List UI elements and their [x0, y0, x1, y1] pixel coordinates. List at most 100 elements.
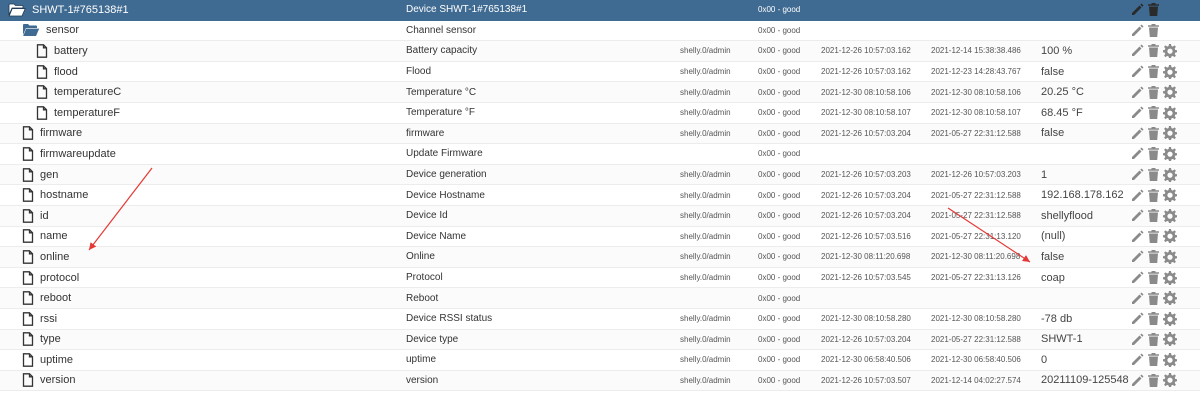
pencil-icon[interactable] [1131, 271, 1144, 284]
object-value[interactable]: 1 [1041, 165, 1129, 185]
gear-icon[interactable] [1163, 373, 1177, 388]
pencil-icon[interactable] [1131, 209, 1144, 222]
pencil-icon[interactable] [1131, 312, 1144, 325]
gear-icon[interactable] [1163, 146, 1177, 161]
pencil-icon[interactable] [1131, 292, 1144, 305]
object-value[interactable]: 68.45 °F [1041, 103, 1129, 123]
gear-icon[interactable] [1163, 229, 1177, 244]
gear-icon[interactable] [1163, 43, 1177, 58]
object-name-cell[interactable]: id [0, 206, 412, 226]
tree-row-id[interactable]: id Device Id shelly.0/admin 0x00 - good 2021… [0, 205, 1200, 227]
pencil-icon[interactable] [1131, 374, 1144, 387]
pencil-icon[interactable] [1131, 44, 1144, 57]
gear-icon[interactable] [1163, 167, 1177, 182]
object-name-cell[interactable]: temperatureF [0, 103, 426, 123]
object-value[interactable]: -78 db [1041, 309, 1129, 329]
gear-icon[interactable] [1163, 105, 1177, 120]
object-name-cell[interactable]: version [0, 371, 412, 391]
tree-row-protocol[interactable]: protocol Protocol shelly.0/admin 0x00 - goo… [0, 268, 1200, 289]
object-name-cell[interactable]: reboot [0, 288, 412, 308]
object-name-cell[interactable]: SHWT-1#765138#1 [0, 0, 398, 20]
tree-row-gen[interactable]: gen Device generation shelly.0/admin 0x00 -… [0, 164, 1200, 186]
trash-icon[interactable] [1148, 147, 1159, 161]
trash-icon[interactable] [1148, 23, 1159, 37]
object-value[interactable]: 20.25 °C [1041, 82, 1129, 102]
trash-icon[interactable] [1148, 44, 1159, 58]
pencil-icon[interactable] [1131, 333, 1144, 346]
object-name-cell[interactable]: name [0, 227, 412, 247]
tree-row-rssi[interactable]: rssi Device RSSI status shelly.0/admin 0x00… [0, 309, 1200, 330]
gear-icon[interactable] [1163, 126, 1177, 141]
trash-icon[interactable] [1148, 271, 1159, 285]
tree-row-uptime[interactable]: uptime uptime shelly.0/admin 0x00 - good 202… [0, 350, 1200, 371]
trash-icon[interactable] [1148, 209, 1159, 223]
object-name-cell[interactable]: sensor [0, 21, 412, 41]
pencil-icon[interactable] [1131, 353, 1144, 366]
pencil-icon[interactable] [1131, 168, 1144, 181]
tree-row-flood[interactable]: flood Flood shelly.0/admin 0x00 - good 2021-… [0, 62, 1200, 83]
tree-row-temperaturec[interactable]: temperatureC Temperature °C shelly.0/admin… [0, 82, 1200, 103]
gear-icon[interactable] [1163, 332, 1177, 347]
folder-open-icon[interactable] [22, 23, 40, 37]
trash-icon[interactable] [1148, 168, 1159, 182]
object-value[interactable] [1041, 0, 1129, 20]
tree-row-temperaturef[interactable]: temperatureF Temperature °F shelly.0/admin… [0, 103, 1200, 124]
object-value[interactable]: 100 % [1041, 41, 1129, 61]
trash-icon[interactable] [1148, 291, 1159, 305]
pencil-icon[interactable] [1131, 147, 1144, 160]
gear-icon[interactable] [1163, 249, 1177, 264]
gear-icon[interactable] [1163, 311, 1177, 326]
trash-icon[interactable] [1148, 353, 1159, 367]
tree-row-hostname[interactable]: hostname Device Hostname shelly.0/admin 0x0… [0, 185, 1200, 206]
trash-icon[interactable] [1148, 85, 1159, 99]
pencil-icon[interactable] [1131, 230, 1144, 243]
gear-icon[interactable] [1163, 188, 1177, 203]
tree-row-firmware[interactable]: firmware firmware shelly.0/admin 0x00 - goo… [0, 123, 1200, 145]
object-name-cell[interactable]: firmware [0, 124, 412, 144]
object-name-cell[interactable]: firmwareupdate [0, 144, 412, 164]
gear-icon[interactable] [1163, 291, 1177, 306]
object-name-cell[interactable]: type [0, 330, 412, 350]
folder-open-icon[interactable] [8, 3, 26, 17]
object-value[interactable]: coap [1041, 268, 1129, 288]
gear-icon[interactable] [1163, 64, 1177, 79]
pencil-icon[interactable] [1131, 189, 1144, 202]
object-value[interactable]: false [1041, 124, 1129, 144]
tree-row-battery[interactable]: battery Battery capacity shelly.0/admin 0x0… [0, 41, 1200, 62]
object-value[interactable]: 0 [1041, 350, 1129, 370]
trash-icon[interactable] [1148, 3, 1159, 17]
trash-icon[interactable] [1148, 229, 1159, 243]
object-name-cell[interactable]: rssi [0, 309, 412, 329]
object-name-cell[interactable]: online [0, 247, 412, 267]
trash-icon[interactable] [1148, 65, 1159, 79]
tree-row-online[interactable]: online Online shelly.0/admin 0x00 - good 202… [0, 247, 1200, 268]
object-name-cell[interactable]: battery [0, 41, 426, 61]
object-value[interactable] [1041, 144, 1129, 164]
trash-icon[interactable] [1148, 106, 1159, 120]
pencil-icon[interactable] [1131, 86, 1144, 99]
pencil-icon[interactable] [1131, 250, 1144, 263]
gear-icon[interactable] [1163, 352, 1177, 367]
object-value[interactable]: shellyflood [1041, 206, 1129, 226]
trash-icon[interactable] [1148, 373, 1159, 387]
gear-icon[interactable] [1163, 208, 1177, 223]
gear-icon[interactable] [1163, 85, 1177, 100]
tree-row-name[interactable]: name Device Name shelly.0/admin 0x00 - good… [0, 227, 1200, 248]
object-value[interactable]: 192.168.178.162 [1041, 185, 1129, 205]
object-value[interactable]: false [1041, 247, 1129, 267]
pencil-icon[interactable] [1131, 106, 1144, 119]
object-value[interactable]: 20211109-125548... [1041, 371, 1129, 391]
tree-row-reboot[interactable]: reboot Reboot 0x00 - good [0, 288, 1200, 309]
object-value[interactable]: SHWT-1 [1041, 330, 1129, 350]
object-name-cell[interactable]: uptime [0, 350, 412, 370]
trash-icon[interactable] [1148, 188, 1159, 202]
pencil-icon[interactable] [1131, 65, 1144, 78]
object-name-cell[interactable]: protocol [0, 268, 412, 288]
object-name-cell[interactable]: temperatureC [0, 82, 426, 102]
object-name-cell[interactable]: gen [0, 165, 412, 185]
object-value[interactable] [1041, 21, 1129, 41]
trash-icon[interactable] [1148, 332, 1159, 346]
pencil-icon[interactable] [1131, 3, 1144, 16]
trash-icon[interactable] [1148, 250, 1159, 264]
trash-icon[interactable] [1148, 312, 1159, 326]
